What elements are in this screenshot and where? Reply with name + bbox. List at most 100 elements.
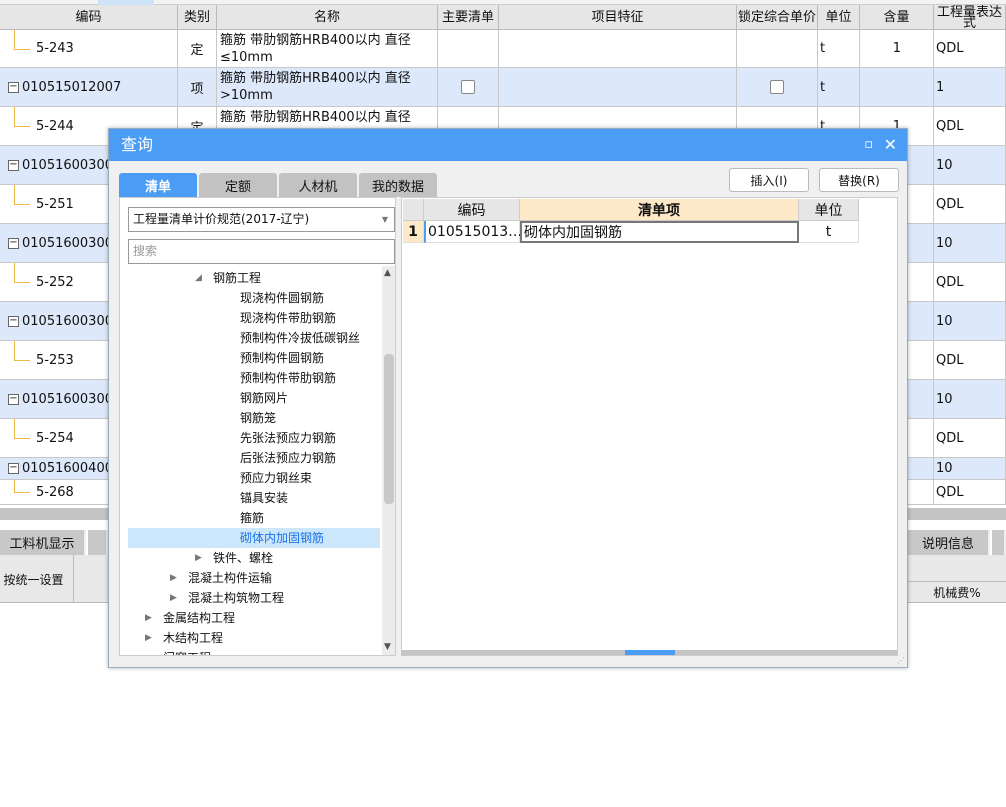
collapsed-arrow-icon[interactable]: ▶ (145, 628, 152, 648)
cell-expr[interactable]: 10 (934, 224, 1006, 262)
cell-type[interactable]: 项 (178, 68, 217, 106)
collapse-icon[interactable]: − (8, 463, 19, 474)
expanded-arrow-icon[interactable]: ◢ (195, 268, 202, 288)
cell-expr[interactable]: QDL (934, 480, 1006, 504)
collapsed-arrow-icon[interactable]: ▶ (145, 608, 152, 628)
column-header[interactable]: 名称 (217, 5, 438, 30)
column-header[interactable]: 主要清单 (438, 5, 499, 30)
scroll-thumb[interactable] (625, 650, 675, 655)
code-text: 01051600300 (22, 157, 113, 173)
horizontal-scrollbar[interactable] (402, 650, 897, 655)
tab-labor-material[interactable]: 人材机 (279, 173, 357, 197)
scroll-up-icon[interactable]: ▲ (384, 268, 391, 278)
tree-item[interactable]: 箍筋 (128, 508, 380, 528)
resize-grip-icon[interactable]: ⋰ (897, 656, 905, 665)
collapse-icon[interactable]: − (8, 393, 19, 405)
tab-bottom[interactable] (992, 530, 1006, 555)
tree-item[interactable]: ▶ 混凝土构件运输 (128, 568, 380, 588)
setting-cell[interactable]: 按统一设置 (0, 555, 74, 603)
tree-item[interactable]: 后张法预应力钢筋 (128, 448, 380, 468)
cell-type[interactable]: 定 (178, 30, 217, 67)
spec-select[interactable]: 工程量清单计价规范(2017-辽宁) ▼ (128, 207, 395, 232)
cell-main[interactable] (438, 68, 499, 106)
cell-feature[interactable] (499, 68, 737, 106)
column-header[interactable]: 锁定综合单价 (737, 5, 818, 30)
tab-my-data[interactable]: 我的数据 (359, 173, 437, 197)
replace-button[interactable]: 替换(R) (819, 168, 899, 192)
tree-item[interactable]: ▶ 木结构工程 (128, 628, 380, 648)
tree-item[interactable]: 现浇构件带肋钢筋 (128, 308, 380, 328)
column-header[interactable]: 编码 (0, 5, 178, 30)
collapse-icon[interactable]: − (8, 237, 19, 249)
tree-item[interactable]: 预应力钢丝束 (128, 468, 380, 488)
column-header[interactable]: 单位 (818, 5, 860, 30)
tab-labor-material-display[interactable]: 工料机显示 (0, 530, 86, 555)
cell-expr[interactable]: QDL (934, 185, 1006, 223)
tree-item[interactable]: 钢筋网片 (128, 388, 380, 408)
cell-expr[interactable]: 10 (934, 458, 1006, 479)
collapse-icon[interactable]: − (8, 81, 19, 93)
tree-item[interactable]: 预制构件冷拔低碳钢丝 (128, 328, 380, 348)
checkbox[interactable] (461, 80, 475, 94)
cell-code[interactable]: −010515012007 (0, 68, 178, 106)
cell-lock[interactable] (737, 30, 818, 67)
tab-bill[interactable]: 清单 (119, 173, 197, 197)
cell-lock[interactable] (737, 68, 818, 106)
maximize-icon[interactable]: ▫ (864, 129, 873, 161)
cell-expr[interactable]: 10 (934, 380, 1006, 418)
table-row[interactable]: 5-243 定箍筋 带肋钢筋HRB400以内 直径≤10mm t 1 QDL (0, 30, 1006, 68)
tree-item[interactable]: ▶ 金属结构工程 (128, 608, 380, 628)
cell-expr[interactable]: QDL (934, 419, 1006, 457)
cell-expr[interactable]: QDL (934, 263, 1006, 301)
tab-bottom[interactable] (88, 530, 108, 555)
tree-line (14, 30, 15, 49)
result-code[interactable]: 010515013… (424, 221, 522, 243)
collapsed-arrow-icon[interactable]: ▶ (170, 588, 177, 608)
table-row[interactable]: −010515012007 项箍筋 带肋钢筋HRB400以内 直径>10mm t 1 (0, 68, 1006, 107)
cell-unit[interactable]: t (818, 68, 860, 106)
collapsed-arrow-icon[interactable]: ▶ (170, 568, 177, 588)
result-name[interactable]: 砌体内加固钢筋 (520, 221, 799, 243)
cell-expr[interactable]: QDL (934, 107, 1006, 145)
cell-expr[interactable]: 10 (934, 302, 1006, 340)
cell-feature[interactable] (499, 30, 737, 67)
tree-item[interactable]: 钢筋笼 (128, 408, 380, 428)
collapsed-arrow-icon[interactable]: ▶ (195, 548, 202, 568)
column-header[interactable]: 工程量表达式 (934, 5, 1006, 30)
column-header[interactable]: 含量 (860, 5, 934, 30)
column-header[interactable]: 类别 (178, 5, 217, 30)
tree-item[interactable]: ◢ 钢筋工程 (128, 268, 380, 288)
cell-name[interactable]: 箍筋 带肋钢筋HRB400以内 直径>10mm (217, 68, 438, 106)
tab-description[interactable]: 说明信息 (908, 530, 990, 555)
tree-item[interactable]: 预制构件带肋钢筋 (128, 368, 380, 388)
scroll-down-icon[interactable]: ▼ (384, 642, 391, 652)
tree-item[interactable]: 锚具安装 (128, 488, 380, 508)
tree-item[interactable]: 砌体内加固钢筋 (128, 528, 380, 548)
tree-item[interactable]: 现浇构件圆钢筋 (128, 288, 380, 308)
cell-qty[interactable]: 1 (860, 30, 934, 67)
tree-item[interactable]: ▶ 混凝土构筑物工程 (128, 588, 380, 608)
tree-item[interactable]: 先张法预应力钢筋 (128, 428, 380, 448)
cell-expr[interactable]: 1 (934, 68, 1006, 106)
cell-qty[interactable] (860, 68, 934, 106)
tree-item[interactable]: 预制构件圆钢筋 (128, 348, 380, 368)
cell-expr[interactable]: 10 (934, 146, 1006, 184)
tab-quota[interactable]: 定额 (199, 173, 277, 197)
search-input[interactable]: 搜索 (128, 239, 395, 264)
tree-item[interactable]: ▶ 铁件、螺栓 (128, 548, 380, 568)
close-icon[interactable]: ✕ (884, 129, 897, 161)
collapse-icon[interactable]: − (8, 315, 19, 327)
insert-button[interactable]: 插入(I) (729, 168, 809, 192)
cell-unit[interactable]: t (818, 30, 860, 67)
tree-scrollbar[interactable] (382, 266, 395, 655)
cell-name[interactable]: 箍筋 带肋钢筋HRB400以内 直径≤10mm (217, 30, 438, 67)
scroll-thumb[interactable] (384, 354, 394, 504)
cell-main[interactable] (438, 30, 499, 67)
cell-expr[interactable]: QDL (934, 30, 1006, 67)
cell-expr[interactable]: QDL (934, 341, 1006, 379)
cell-code[interactable]: 5-243 (0, 30, 178, 67)
column-header[interactable]: 项目特征 (499, 5, 737, 30)
tree-item[interactable]: 门窗工程 (128, 648, 380, 655)
collapse-icon[interactable]: − (8, 159, 19, 171)
checkbox[interactable] (770, 80, 784, 94)
